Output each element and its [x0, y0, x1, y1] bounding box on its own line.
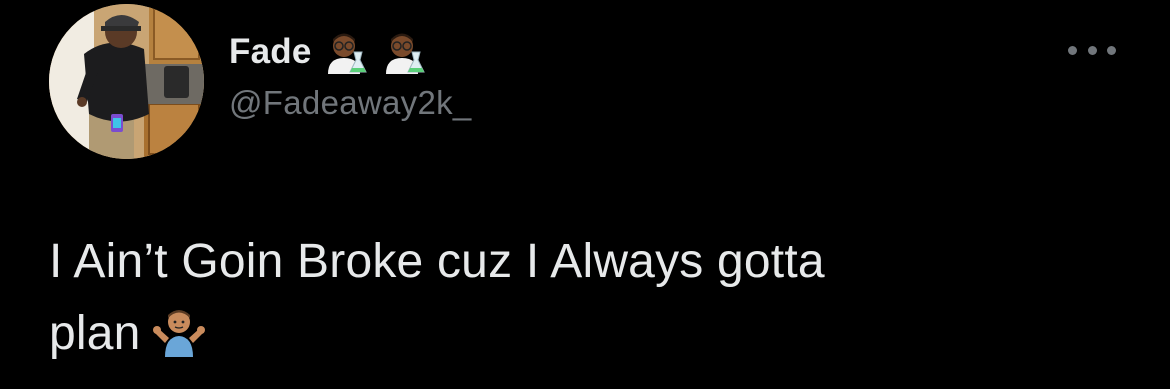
avatar[interactable]	[49, 4, 204, 159]
name-row: Fade	[229, 28, 426, 76]
scientist-emoji	[327, 33, 367, 74]
avatar-photo	[49, 4, 204, 159]
tweet-text-line-1: I Ain’t Goin Broke cuz I Always gotta	[49, 235, 825, 288]
tweet-text-line-2: plan	[49, 307, 141, 360]
dot	[1087, 45, 1097, 55]
user-handle[interactable]: @Fadeaway2k_	[229, 84, 472, 122]
tweet[interactable]: Fade @Fadeaway2k_ I Ain’t Goin Broke cuz…	[0, 0, 1170, 389]
display-name[interactable]: Fade	[229, 32, 312, 72]
scientist-emoji	[385, 33, 425, 74]
dot	[1107, 45, 1116, 55]
more-horizontal-icon[interactable]	[1068, 40, 1116, 60]
tweet-text: I Ain’t Goin Broke cuz I Always gotta pl…	[49, 226, 1139, 370]
dot	[1068, 45, 1077, 55]
person-shrugging-emoji	[152, 310, 205, 357]
